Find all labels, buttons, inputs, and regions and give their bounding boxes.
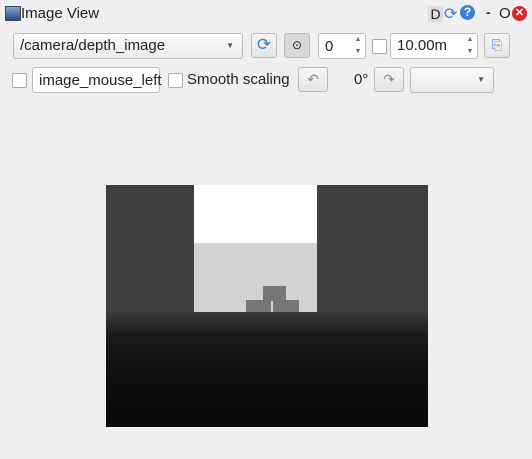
spin-arrows[interactable]: ▲ ▼ [351, 34, 365, 58]
rotate-right-button[interactable]: ↷ [374, 67, 404, 92]
box [263, 286, 286, 301]
mouse-topic-value: image_mouse_left [39, 72, 162, 89]
colormap-select[interactable]: ▼ [410, 67, 494, 93]
max-depth-checkbox[interactable] [372, 39, 387, 54]
window-title: Image View [21, 5, 100, 22]
help-icon[interactable]: ? [460, 5, 475, 20]
spin-arrows[interactable]: ▲ ▼ [463, 34, 477, 58]
rotation-label: 0° [354, 71, 369, 88]
chevron-down-icon: ▼ [226, 41, 234, 50]
smooth-scaling-checkbox[interactable] [168, 73, 183, 88]
d-button[interactable]: D [428, 6, 443, 22]
save-image-button[interactable]: ⎘ [484, 33, 510, 58]
zoom-value: 0 [325, 38, 334, 55]
depth-image[interactable] [106, 185, 428, 427]
zoom-1-button[interactable]: ⊙ [284, 33, 310, 58]
chevron-down-icon: ▼ [477, 75, 485, 84]
topic-value: /camera/depth_image [20, 37, 166, 54]
app-icon [5, 6, 21, 21]
reload-icon[interactable]: ⟳ [444, 4, 457, 24]
floor [106, 312, 428, 427]
far-region [194, 185, 317, 243]
mouse-publish-checkbox[interactable] [12, 73, 27, 88]
mouse-topic-input[interactable]: image_mouse_left [32, 67, 162, 93]
float-button[interactable]: O [499, 5, 511, 22]
max-depth-value: 10.00m [397, 37, 448, 54]
refresh-topics-button[interactable]: ⟳ [251, 33, 277, 58]
zoom-spinbox[interactable]: 0 ▲ ▼ [318, 33, 366, 59]
close-button[interactable]: ✕ [512, 6, 527, 21]
smooth-scaling-label: Smooth scaling [187, 71, 290, 88]
rotate-left-button[interactable]: ↶ [298, 67, 328, 92]
minimize-button[interactable]: - [486, 4, 491, 20]
